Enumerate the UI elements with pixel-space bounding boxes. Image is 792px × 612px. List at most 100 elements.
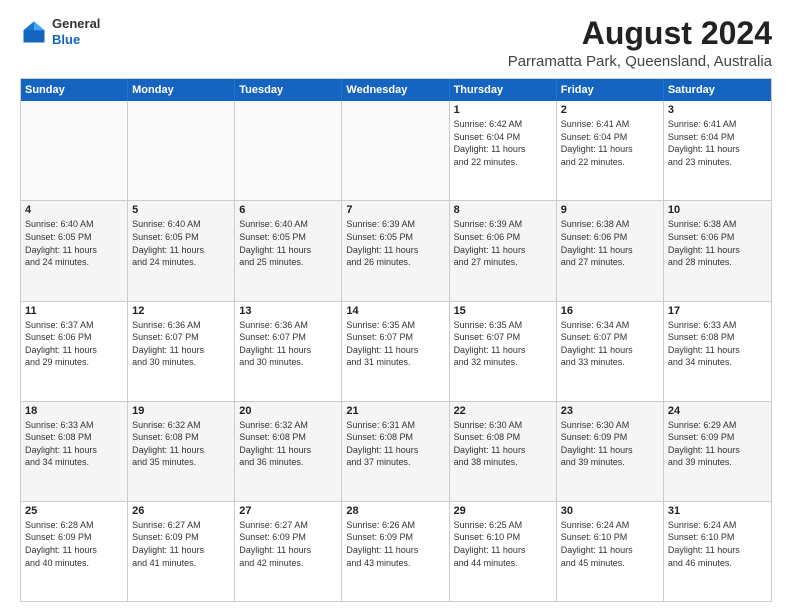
- calendar-cell: 6 Sunrise: 6:40 AM Sunset: 6:05 PM Daylig…: [235, 201, 342, 300]
- cell-info: Sunrise: 6:31 AM Sunset: 6:08 PM Dayligh…: [346, 419, 444, 469]
- calendar-cell: 13Sunrise: 6:36 AM Sunset: 6:07 PM Dayli…: [235, 302, 342, 401]
- cell-info: Sunrise: 6:38 AM Sunset: 6:06 PM Dayligh…: [561, 218, 659, 268]
- cell-info: Sunrise: 6:36 AM Sunset: 6:07 PM Dayligh…: [132, 319, 230, 369]
- day-number: 25: [25, 505, 123, 517]
- day-number: 10: [668, 204, 767, 216]
- day-number: 20: [239, 405, 337, 417]
- calendar-cell: 12 Sunrise: 6:36 AM Sunset: 6:07 PM Dayli…: [128, 302, 235, 401]
- calendar-cell: 16 Sunrise: 6:34 AM Sunset: 6:07 PM Dayli…: [557, 302, 664, 401]
- page: General Blue August 2024 Parramatta Park…: [0, 0, 792, 612]
- cell-info: Sunrise: 6:34 AM Sunset: 6:07 PM Dayligh…: [561, 319, 659, 369]
- calendar-cell: 26 Sunrise: 6:27 AM Sunset: 6:09 PM Dayli…: [128, 502, 235, 601]
- day-number: 30: [561, 505, 659, 517]
- weekday-header-sunday: Sunday: [21, 79, 128, 101]
- calendar-cell: 2 Sunrise: 6:41 AM Sunset: 6:04 PM Daylig…: [557, 101, 664, 200]
- cell-info: Sunrise: 6:41 AM Sunset: 6:04 PM Dayligh…: [561, 118, 659, 168]
- cell-info: Sunrise: 6:32 AM Sunset: 6:08 PM Dayligh…: [239, 419, 337, 469]
- calendar-cell: 21Sunrise: 6:31 AM Sunset: 6:08 PM Dayli…: [342, 402, 449, 501]
- cell-info: Sunrise: 6:27 AM Sunset: 6:09 PM Dayligh…: [239, 519, 337, 569]
- cell-info: Sunrise: 6:26 AM Sunset: 6:09 PM Dayligh…: [346, 519, 444, 569]
- cell-info: Sunrise: 6:32 AM Sunset: 6:08 PM Dayligh…: [132, 419, 230, 469]
- day-number: 15: [454, 305, 552, 317]
- day-number: 22: [454, 405, 552, 417]
- cell-info: Sunrise: 6:33 AM Sunset: 6:08 PM Dayligh…: [25, 419, 123, 469]
- cell-info: Sunrise: 6:30 AM Sunset: 6:08 PM Dayligh…: [454, 419, 552, 469]
- calendar-cell: [342, 101, 449, 200]
- calendar-cell: 20 Sunrise: 6:32 AM Sunset: 6:08 PM Dayli…: [235, 402, 342, 501]
- day-number: 1: [454, 104, 552, 116]
- calendar-cell: 19 Sunrise: 6:32 AM Sunset: 6:08 PM Dayli…: [128, 402, 235, 501]
- calendar-cell: 3 Sunrise: 6:41 AM Sunset: 6:04 PM Daylig…: [664, 101, 771, 200]
- calendar-cell: 30 Sunrise: 6:24 AM Sunset: 6:10 PM Dayli…: [557, 502, 664, 601]
- weekday-header-friday: Friday: [557, 79, 664, 101]
- calendar-row-1: 1 Sunrise: 6:42 AM Sunset: 6:04 PM Daylig…: [21, 101, 771, 200]
- calendar-row-5: 25 Sunrise: 6:28 AM Sunset: 6:09 PM Dayli…: [21, 501, 771, 601]
- title-block: August 2024 Parramatta Park, Queensland,…: [508, 16, 772, 70]
- calendar-row-4: 18 Sunrise: 6:33 AM Sunset: 6:08 PM Dayli…: [21, 401, 771, 501]
- day-number: 16: [561, 305, 659, 317]
- day-number: 24: [668, 405, 767, 417]
- day-number: 18: [25, 405, 123, 417]
- day-number: 23: [561, 405, 659, 417]
- logo-general: General: [52, 16, 100, 31]
- calendar-cell: 29Sunrise: 6:25 AM Sunset: 6:10 PM Dayli…: [450, 502, 557, 601]
- day-number: 14: [346, 305, 444, 317]
- day-number: 19: [132, 405, 230, 417]
- weekday-header-monday: Monday: [128, 79, 235, 101]
- calendar-row-3: 11 Sunrise: 6:37 AM Sunset: 6:06 PM Dayli…: [21, 301, 771, 401]
- calendar-cell: 18 Sunrise: 6:33 AM Sunset: 6:08 PM Dayli…: [21, 402, 128, 501]
- day-number: 12: [132, 305, 230, 317]
- cell-info: Sunrise: 6:38 AM Sunset: 6:06 PM Dayligh…: [668, 218, 767, 268]
- day-number: 27: [239, 505, 337, 517]
- calendar-body: 1 Sunrise: 6:42 AM Sunset: 6:04 PM Daylig…: [21, 101, 771, 601]
- location: Parramatta Park, Queensland, Australia: [508, 53, 772, 70]
- cell-info: Sunrise: 6:28 AM Sunset: 6:09 PM Dayligh…: [25, 519, 123, 569]
- cell-info: Sunrise: 6:37 AM Sunset: 6:06 PM Dayligh…: [25, 319, 123, 369]
- cell-info: Sunrise: 6:24 AM Sunset: 6:10 PM Dayligh…: [561, 519, 659, 569]
- calendar-cell: [128, 101, 235, 200]
- day-number: 4: [25, 204, 123, 216]
- calendar-cell: 1 Sunrise: 6:42 AM Sunset: 6:04 PM Daylig…: [450, 101, 557, 200]
- day-number: 11: [25, 305, 123, 317]
- calendar-cell: 23 Sunrise: 6:30 AM Sunset: 6:09 PM Dayli…: [557, 402, 664, 501]
- day-number: 28: [346, 505, 444, 517]
- day-number: 3: [668, 104, 767, 116]
- logo: General Blue: [20, 16, 100, 47]
- calendar-header: SundayMondayTuesdayWednesdayThursdayFrid…: [21, 79, 771, 101]
- cell-info: Sunrise: 6:30 AM Sunset: 6:09 PM Dayligh…: [561, 419, 659, 469]
- cell-info: Sunrise: 6:40 AM Sunset: 6:05 PM Dayligh…: [132, 218, 230, 268]
- cell-info: Sunrise: 6:42 AM Sunset: 6:04 PM Dayligh…: [454, 118, 552, 168]
- calendar-cell: 5Sunrise: 6:40 AM Sunset: 6:05 PM Daylig…: [128, 201, 235, 300]
- cell-info: Sunrise: 6:39 AM Sunset: 6:06 PM Dayligh…: [454, 218, 552, 268]
- calendar-cell: 14Sunrise: 6:35 AM Sunset: 6:07 PM Dayli…: [342, 302, 449, 401]
- calendar-cell: 25 Sunrise: 6:28 AM Sunset: 6:09 PM Dayli…: [21, 502, 128, 601]
- calendar-cell: 9 Sunrise: 6:38 AM Sunset: 6:06 PM Daylig…: [557, 201, 664, 300]
- day-number: 26: [132, 505, 230, 517]
- weekday-header-saturday: Saturday: [664, 79, 771, 101]
- cell-info: Sunrise: 6:27 AM Sunset: 6:09 PM Dayligh…: [132, 519, 230, 569]
- calendar-row-2: 4 Sunrise: 6:40 AM Sunset: 6:05 PM Daylig…: [21, 200, 771, 300]
- calendar-cell: 27 Sunrise: 6:27 AM Sunset: 6:09 PM Dayli…: [235, 502, 342, 601]
- cell-info: Sunrise: 6:29 AM Sunset: 6:09 PM Dayligh…: [668, 419, 767, 469]
- cell-info: Sunrise: 6:41 AM Sunset: 6:04 PM Dayligh…: [668, 118, 767, 168]
- logo-blue: Blue: [52, 32, 80, 47]
- day-number: 8: [454, 204, 552, 216]
- calendar-cell: 17Sunrise: 6:33 AM Sunset: 6:08 PM Dayli…: [664, 302, 771, 401]
- cell-info: Sunrise: 6:40 AM Sunset: 6:05 PM Dayligh…: [25, 218, 123, 268]
- cell-info: Sunrise: 6:40 AM Sunset: 6:05 PM Dayligh…: [239, 218, 337, 268]
- calendar-cell: 31Sunrise: 6:24 AM Sunset: 6:10 PM Dayli…: [664, 502, 771, 601]
- weekday-header-wednesday: Wednesday: [342, 79, 449, 101]
- calendar-cell: 4 Sunrise: 6:40 AM Sunset: 6:05 PM Daylig…: [21, 201, 128, 300]
- calendar-cell: 24 Sunrise: 6:29 AM Sunset: 6:09 PM Dayli…: [664, 402, 771, 501]
- calendar-cell: 10 Sunrise: 6:38 AM Sunset: 6:06 PM Dayli…: [664, 201, 771, 300]
- calendar-cell: 22 Sunrise: 6:30 AM Sunset: 6:08 PM Dayli…: [450, 402, 557, 501]
- cell-info: Sunrise: 6:33 AM Sunset: 6:08 PM Dayligh…: [668, 319, 767, 369]
- calendar-cell: [235, 101, 342, 200]
- day-number: 9: [561, 204, 659, 216]
- day-number: 2: [561, 104, 659, 116]
- cell-info: Sunrise: 6:36 AM Sunset: 6:07 PM Dayligh…: [239, 319, 337, 369]
- day-number: 6: [239, 204, 337, 216]
- calendar-cell: 11 Sunrise: 6:37 AM Sunset: 6:06 PM Dayli…: [21, 302, 128, 401]
- weekday-header-thursday: Thursday: [450, 79, 557, 101]
- cell-info: Sunrise: 6:39 AM Sunset: 6:05 PM Dayligh…: [346, 218, 444, 268]
